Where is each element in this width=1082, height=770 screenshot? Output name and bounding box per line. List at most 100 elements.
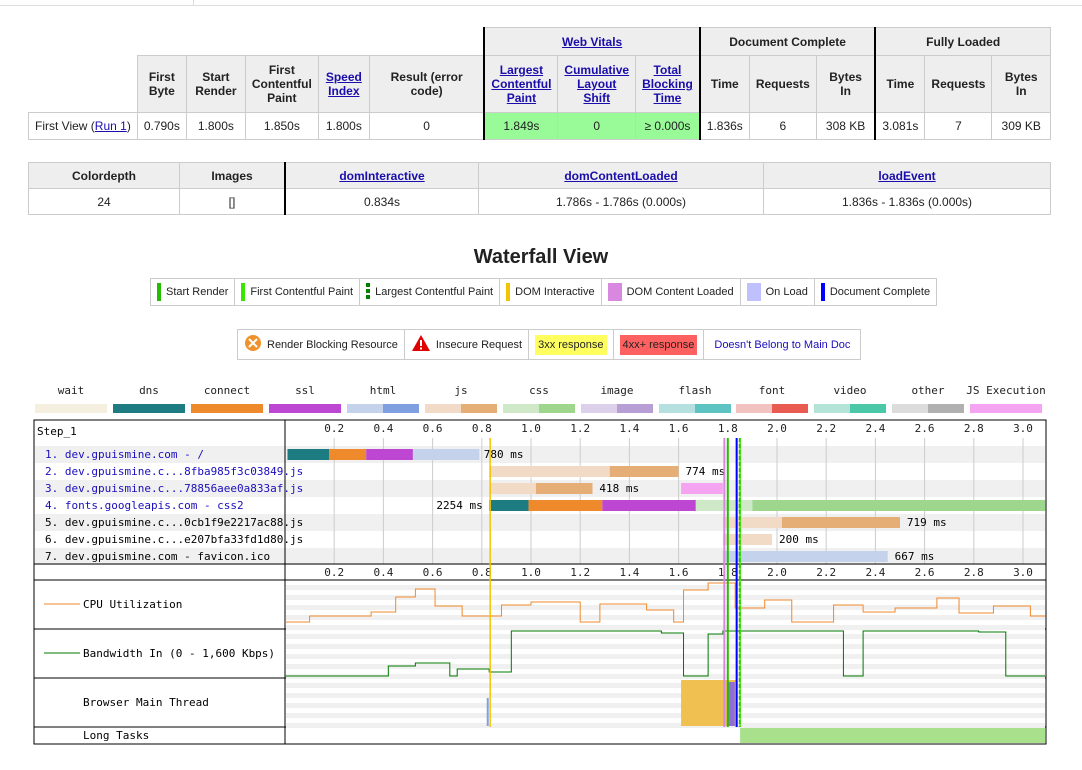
graph-stripe	[286, 634, 1045, 639]
speed-index-header[interactable]: Speed Index	[317, 55, 370, 113]
legend-not-main: Doesn't Belong to Main Doc	[704, 330, 860, 359]
graph-stripe	[286, 713, 1045, 718]
first-view-prefix: First View (	[35, 119, 95, 133]
type-legend-swatch	[305, 404, 341, 413]
legend-label: Largest Contentful Paint	[375, 286, 494, 298]
lcp-header[interactable]: Largest Contentful Paint	[483, 55, 559, 113]
legend-label: DOM Content Loaded	[626, 286, 734, 298]
type-legend-label: JS Execution	[966, 384, 1045, 397]
blank-corner	[28, 27, 485, 56]
legend-4xx: 4xx+ response	[614, 330, 705, 359]
graph-stripe	[286, 615, 1045, 620]
web-vitals-group[interactable]: Web Vitals	[483, 27, 701, 56]
dom-interactive-link[interactable]: domInteractive	[339, 169, 424, 183]
request-bar	[722, 534, 773, 545]
axis-tick-label: 2.0	[767, 566, 787, 579]
type-legend-label: font	[759, 384, 786, 397]
request-bar	[722, 551, 888, 562]
speed-index-value: 1.800s	[317, 112, 370, 140]
dc-time-header: Time	[698, 55, 750, 113]
request-label: 5. dev.gpuismine.c...0cb1f9e2217ac88.js	[45, 516, 303, 529]
dom-content-loaded-value: 1.786s - 1.786s (0.000s)	[478, 188, 764, 215]
duration-label: 200 ms	[779, 533, 819, 546]
axis-tick-label: 1.4	[619, 422, 639, 435]
type-legend-swatch	[736, 404, 772, 413]
long-tasks-label: Long Tasks	[83, 729, 149, 742]
legend-insecure: Insecure Request	[405, 330, 530, 359]
legend-label: DOM Interactive	[515, 286, 595, 298]
type-legend-swatch	[425, 404, 461, 413]
request-bar	[412, 449, 480, 460]
colordepth-value: 24	[28, 188, 180, 215]
start-render-value: 1.800s	[185, 112, 246, 140]
render-blocking-label: Render Blocking Resource	[267, 338, 398, 351]
type-legend-swatch	[581, 404, 617, 413]
axis-tick-label: 0.2	[324, 422, 344, 435]
tbt-link[interactable]: Total Blocking Time	[642, 63, 693, 105]
images-header: Images	[179, 162, 286, 189]
blank-label-header	[28, 55, 138, 113]
dom-interactive-header[interactable]: domInteractive	[284, 162, 479, 189]
type-legend-swatch	[659, 404, 695, 413]
dom-interactive-value: 0.834s	[284, 188, 479, 215]
cls-header[interactable]: Cumulative Layout Shift	[557, 55, 637, 113]
legend-swatch	[157, 283, 161, 301]
axis-tick-label: 0.4	[373, 566, 393, 579]
type-legend-swatch	[892, 404, 928, 413]
waterfall-title: Waterfall View	[473, 246, 609, 268]
lcp-link[interactable]: Largest Contentful Paint	[491, 63, 551, 105]
type-legend-label: ssl	[295, 384, 315, 397]
axis-tick-label: 2.4	[865, 566, 885, 579]
type-legend-swatch	[539, 404, 575, 413]
duration-label: 667 ms	[895, 550, 935, 563]
main-thread-block	[486, 698, 489, 726]
dc-bytes-value: 308 KB	[815, 112, 876, 140]
long-task-bar	[740, 728, 1045, 743]
legend-item: DOM Content Loaded	[602, 279, 741, 305]
type-legend-swatch	[503, 404, 539, 413]
type-legend-swatch	[772, 404, 808, 413]
load-event-link[interactable]: loadEvent	[878, 169, 935, 183]
graph-stripe	[286, 693, 1045, 698]
axis-tick-label: 1.2	[570, 422, 590, 435]
request-bar	[489, 500, 529, 511]
legend-swatch	[241, 283, 246, 301]
load-event-header[interactable]: loadEvent	[763, 162, 1051, 189]
duration-label: 418 ms	[599, 482, 639, 495]
graph-stripe	[286, 723, 1045, 728]
fl-bytes-value: 309 KB	[991, 112, 1051, 140]
run-1-link[interactable]: Run 1	[95, 119, 127, 133]
request-bar	[528, 500, 603, 511]
legend-item: DOM Interactive	[500, 279, 602, 305]
type-legend-label: connect	[204, 384, 250, 397]
4xx-label: 4xx+ response	[619, 334, 698, 355]
duration-label: 774 ms	[686, 465, 726, 478]
cpu-label: CPU Utilization	[83, 598, 182, 611]
request-label: 7. dev.gpuismine.com - favicon.ico	[45, 550, 270, 563]
type-legend-swatch	[850, 404, 886, 413]
tbt-header[interactable]: Total Blocking Time	[635, 55, 701, 113]
legend-item: First Contentful Paint	[235, 279, 361, 305]
axis-tick-label: 2.6	[915, 422, 935, 435]
request-bar	[781, 517, 900, 528]
not-main-label: Doesn't Belong to Main Doc	[714, 338, 851, 351]
web-vitals-link[interactable]: Web Vitals	[562, 35, 622, 49]
legend-label: Document Complete	[829, 286, 931, 298]
dc-time-value: 1.836s	[698, 112, 750, 140]
first-view-suffix: )	[126, 119, 131, 133]
request-label: 4. fonts.googleapis.com - css2	[45, 499, 244, 512]
dom-content-loaded-link[interactable]: domContentLoaded	[564, 169, 677, 183]
start-render-header: Start Render	[185, 55, 246, 113]
request-bar	[489, 483, 536, 494]
type-legend-label: css	[529, 384, 549, 397]
graph-stripe	[286, 674, 1045, 679]
graph-stripe	[286, 703, 1045, 708]
type-legend-swatch	[814, 404, 850, 413]
dom-content-loaded-header[interactable]: domContentLoaded	[478, 162, 764, 189]
axis-tick-label: 3.0	[1013, 566, 1033, 579]
legend-label: On Load	[765, 286, 808, 298]
cls-link[interactable]: Cumulative Layout Shift	[564, 63, 629, 105]
speed-index-link[interactable]: Speed Index	[326, 70, 362, 98]
request-bar	[681, 483, 723, 494]
top-strip-divider	[193, 0, 194, 5]
